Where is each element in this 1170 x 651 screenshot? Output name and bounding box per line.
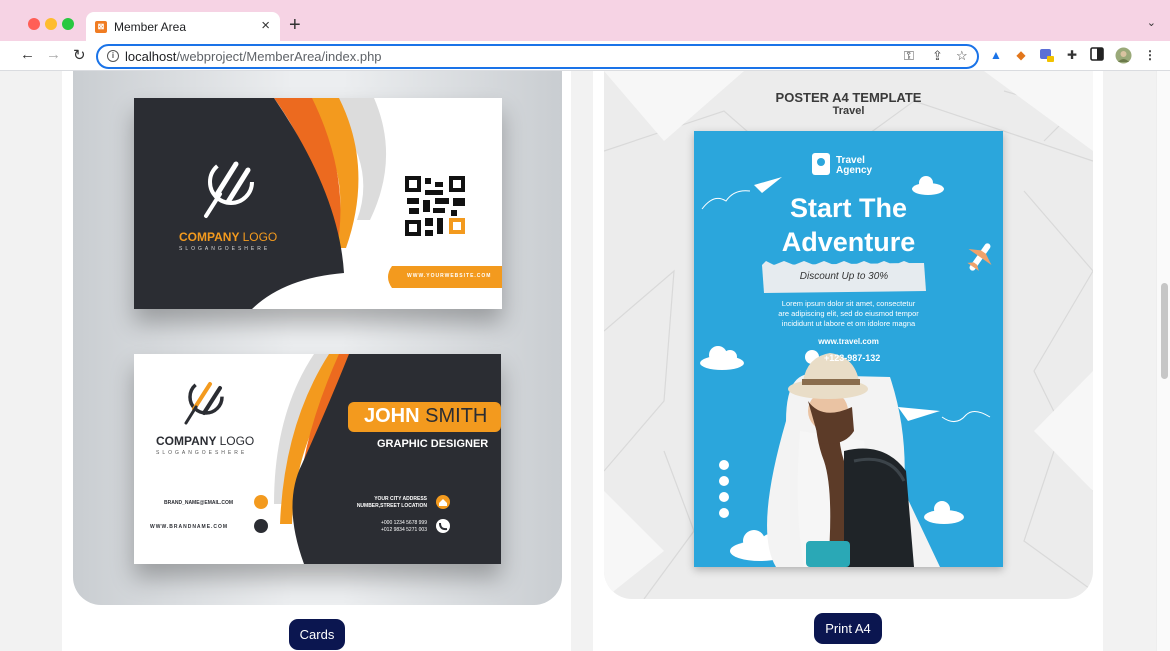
profile-avatar[interactable] — [1115, 47, 1132, 64]
url-text[interactable]: localhost/webproject/MemberArea/index.ph… — [125, 49, 382, 64]
card-address-2: NUMBER,STREET LOCATION — [356, 503, 427, 509]
tab-close-icon[interactable]: × — [261, 17, 270, 34]
travel-agency-logo-icon — [812, 153, 830, 175]
tab-title: Member Area — [114, 20, 187, 34]
poster-body-2: are adipiscing elit, sed do eiusmod temp… — [778, 309, 919, 318]
travel-poster: Travel Agency Start The Adventure Discoun… — [694, 131, 1003, 567]
poster-preview[interactable]: POSTER A4 TEMPLATE Travel Travel Agency … — [604, 71, 1093, 599]
tab-bar: ⊠ Member Area × + ⌄ — [0, 0, 1170, 41]
reload-icon[interactable]: ↻ — [73, 46, 86, 64]
poster-headline-1: Start The — [789, 193, 908, 223]
close-window-button[interactable] — [28, 18, 40, 30]
web-icon — [254, 519, 268, 533]
phone-icon — [436, 519, 450, 533]
card-back-logo-icon — [184, 379, 224, 425]
browser-menu-icon[interactable]: ⋮ — [1142, 47, 1158, 63]
cards-preview[interactable]: COMPANY LOGO SLOGANGOESHERE WWW.YOURWEBS… — [73, 71, 562, 605]
poster-subheading: Travel — [832, 105, 865, 117]
poster-website: www.travel.com — [818, 337, 879, 346]
address-bar[interactable]: i localhost/webproject/MemberArea/index.… — [96, 44, 979, 69]
card-front-logo-text: COMPANY LOGO — [179, 230, 278, 244]
password-key-icon[interactable]: ⚿ — [904, 48, 914, 64]
email-icon — [254, 495, 268, 509]
card-email: BRAND_NAME@EMAIL.COM — [164, 500, 234, 506]
cards-column: COMPANY LOGO SLOGANGOESHERE WWW.YOURWEBS… — [62, 71, 571, 651]
cards-button[interactable]: Cards — [289, 619, 345, 650]
tab-member-area[interactable]: ⊠ Member Area × — [86, 12, 280, 41]
poster-phone: +123-987-132 — [824, 353, 881, 363]
poster-column: POSTER A4 TEMPLATE Travel Travel Agency … — [593, 71, 1103, 651]
poster-brand: Travel Agency — [836, 155, 873, 176]
card-front-website: WWW.YOURWEBSITE.COM — [407, 273, 492, 279]
card-phone-1: +000 1234 5678 999 — [380, 520, 427, 526]
print-a4-button[interactable]: Print A4 — [814, 613, 882, 644]
card-back-graphic — [184, 354, 501, 564]
business-card-back: COMPANY LOGO SLOGANGOESHERE JOHN SMITH G… — [134, 354, 501, 564]
card-front-slogan: SLOGANGOESHERE — [179, 246, 271, 252]
scrollbar-thumb[interactable] — [1161, 283, 1168, 379]
page-viewport: COMPANY LOGO SLOGANGOESHERE WWW.YOURWEBS… — [0, 71, 1170, 651]
card-name: JOHN SMITH — [364, 405, 488, 427]
maximize-window-button[interactable] — [62, 18, 74, 30]
extensions-puzzle-icon[interactable]: ✚ — [1064, 47, 1080, 63]
minimize-window-button[interactable] — [45, 18, 57, 30]
business-card-front: COMPANY LOGO SLOGANGOESHERE WWW.YOURWEBS… — [134, 98, 502, 309]
forward-arrow-icon[interactable]: → — [46, 46, 61, 63]
qr-code-icon — [405, 176, 467, 238]
card-back-slogan: SLOGANGOESHERE — [156, 450, 248, 456]
translate-extension-icon[interactable] — [1039, 47, 1055, 63]
poster-body-3: incididunt ut labore et om idolore magna — [781, 319, 916, 328]
browser-toolbar: ← → ↻ i localhost/webproject/MemberArea/… — [0, 41, 1170, 71]
poster-heading: POSTER A4 TEMPLATE — [775, 90, 922, 105]
tab-search-chevron-icon[interactable]: ⌄ — [1147, 16, 1156, 29]
card-phone-2: +012 9834 5271 003 — [380, 527, 427, 533]
page-scrollbar[interactable] — [1156, 71, 1170, 651]
side-panel-icon[interactable] — [1089, 47, 1105, 63]
site-info-icon[interactable]: i — [107, 50, 119, 62]
graduation-cap-extension-icon[interactable]: ▲ — [988, 47, 1004, 63]
bookmark-star-icon[interactable]: ☆ — [956, 48, 968, 64]
new-tab-button[interactable]: + — [289, 14, 301, 37]
poster-headline-2: Adventure — [781, 227, 916, 257]
back-arrow-icon[interactable]: ← — [20, 46, 35, 63]
card-address-1: YOUR CITY ADDRESS — [374, 496, 427, 502]
card-job-title: GRAPHIC DESIGNER — [377, 438, 489, 450]
xampp-favicon-icon: ⊠ — [95, 21, 107, 33]
poster-discount: Discount Up to 30% — [799, 271, 889, 282]
metamask-fox-extension-icon[interactable]: ◆ — [1013, 47, 1029, 63]
card-web: WWW.BRANDNAME.COM — [150, 524, 229, 530]
card-back-logo-text: COMPANY LOGO — [156, 434, 255, 448]
share-icon[interactable]: ⇪ — [932, 48, 943, 64]
poster-body-1: Lorem ipsum dolor sit amet, consectetur — [781, 299, 916, 308]
